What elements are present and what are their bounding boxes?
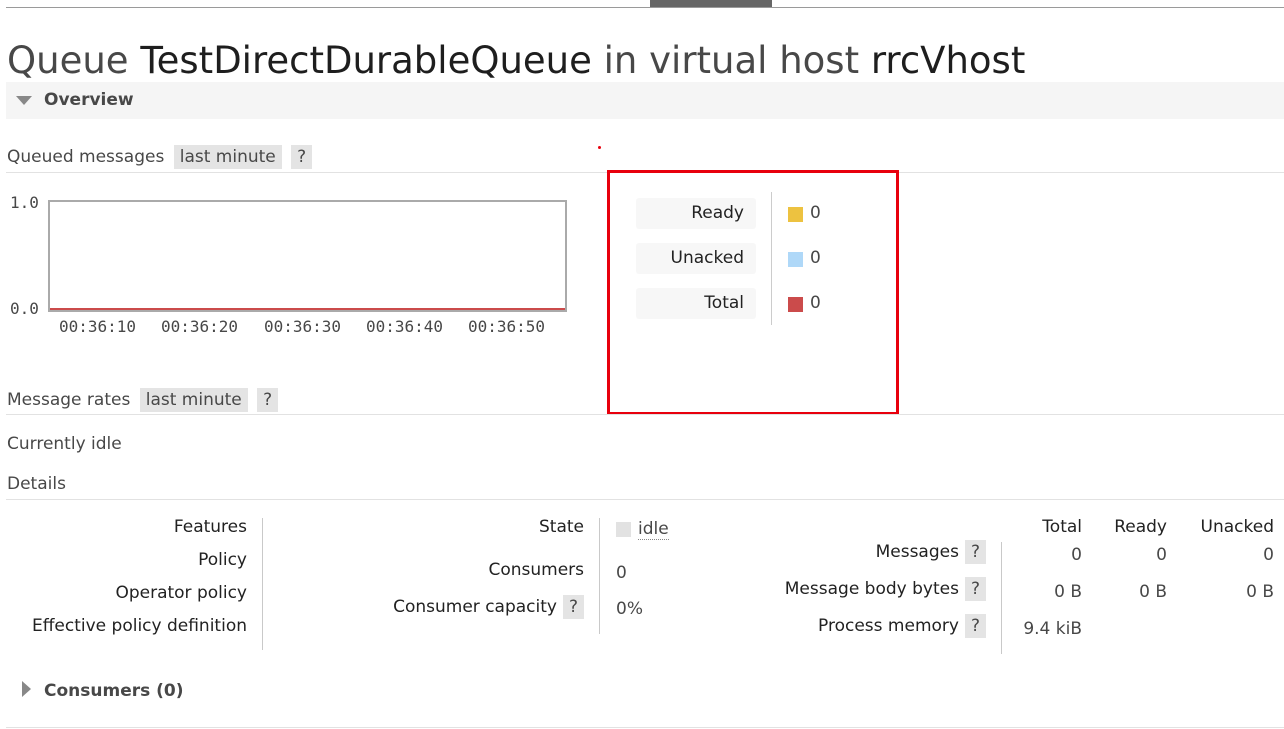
rates-range-button[interactable]: last minute [139, 388, 248, 412]
col-header-ready: Ready [1114, 517, 1167, 537]
features-label: Features [173, 517, 247, 537]
messages-unacked: 0 [1263, 545, 1274, 565]
state-value[interactable]: idle [638, 519, 669, 540]
process-memory-total: 9.4 kiB [1023, 619, 1082, 639]
legend-swatch-total [788, 297, 803, 312]
legend-label-unacked: Unacked [636, 243, 756, 274]
queued-messages-label: Queued messages [7, 147, 165, 167]
body-bytes-row-label: Message body bytes? [785, 577, 986, 601]
divider [6, 414, 1284, 415]
legend-value-total: 0 [810, 293, 821, 313]
state-label: State [539, 517, 584, 537]
expand-triangle-icon [22, 681, 31, 697]
body-bytes-help-button[interactable]: ? [964, 577, 986, 601]
queued-help-button[interactable]: ? [291, 145, 313, 169]
title-prefix: Queue [7, 39, 129, 82]
body-bytes-total: 0 B [1054, 582, 1082, 602]
operator-policy-label: Operator policy [115, 583, 247, 603]
x-tick: 00:36:10 [59, 317, 137, 336]
legend-swatch-ready [788, 207, 803, 222]
policy-label: Policy [198, 550, 247, 570]
rates-help-button[interactable]: ? [257, 388, 279, 412]
legend-swatch-unacked [788, 252, 803, 267]
consumers-label: Consumers [488, 560, 584, 580]
column-divider [1001, 542, 1002, 654]
queue-name: TestDirectDurableQueue [140, 39, 592, 82]
legend-value-unacked: 0 [810, 248, 821, 268]
consumer-capacity-row: Consumer capacity? [393, 595, 584, 619]
vhost-name: rrcVhost [870, 39, 1026, 82]
x-tick: 00:36:50 [468, 317, 546, 336]
x-tick: 00:36:30 [264, 317, 342, 336]
active-tab-indicator[interactable] [650, 0, 772, 7]
capacity-help-button[interactable]: ? [562, 595, 584, 619]
consumers-section-label: Consumers (0) [44, 681, 184, 701]
body-bytes-unacked: 0 B [1246, 582, 1274, 602]
consumers-value: 0 [616, 563, 627, 583]
effective-policy-label: Effective policy definition [31, 616, 247, 636]
process-memory-row-label: Process memory? [818, 614, 986, 638]
messages-ready: 0 [1156, 545, 1167, 565]
queued-messages-chart [48, 200, 567, 312]
queued-range-button[interactable]: last minute [173, 145, 282, 169]
overview-label: Overview [44, 90, 134, 110]
x-tick: 00:36:40 [366, 317, 444, 336]
column-divider [599, 518, 600, 634]
page-title: Queue TestDirectDurableQueue in virtual … [7, 39, 1025, 83]
col-header-unacked: Unacked [1200, 517, 1274, 537]
legend-label-ready: Ready [636, 198, 756, 229]
collapse-triangle-icon [16, 96, 32, 105]
consumer-capacity-value: 0% [616, 599, 643, 619]
details-header: Details [7, 474, 66, 494]
state-indicator-icon [616, 522, 631, 537]
messages-help-button[interactable]: ? [964, 540, 986, 564]
title-middle: in virtual host [603, 39, 860, 82]
memory-help-button[interactable]: ? [964, 614, 986, 638]
legend-label-total: Total [636, 288, 756, 319]
legend-value-ready: 0 [810, 203, 821, 223]
annotation-dot [598, 146, 601, 149]
divider [6, 499, 1284, 500]
queued-messages-header: Queued messages last minute ? [7, 145, 313, 169]
top-divider [6, 7, 1284, 8]
y-tick-max: 1.0 [10, 193, 39, 212]
consumers-section-toggle[interactable]: Consumers (0) [6, 672, 406, 710]
y-tick-min: 0.0 [10, 299, 39, 318]
body-bytes-ready: 0 B [1139, 582, 1167, 602]
messages-total: 0 [1071, 545, 1082, 565]
message-rates-label: Message rates [7, 390, 131, 410]
divider [6, 727, 1284, 728]
column-divider [262, 518, 263, 650]
legend-divider [771, 192, 772, 325]
consumer-capacity-label: Consumer capacity [393, 597, 557, 617]
rates-status: Currently idle [7, 434, 122, 454]
messages-row-label: Messages? [876, 540, 986, 564]
message-rates-header: Message rates last minute ? [7, 388, 279, 412]
x-tick: 00:36:20 [161, 317, 239, 336]
col-header-total: Total [1042, 517, 1082, 537]
chart-plot-area [50, 308, 565, 310]
overview-section-toggle[interactable]: Overview [6, 82, 1284, 119]
